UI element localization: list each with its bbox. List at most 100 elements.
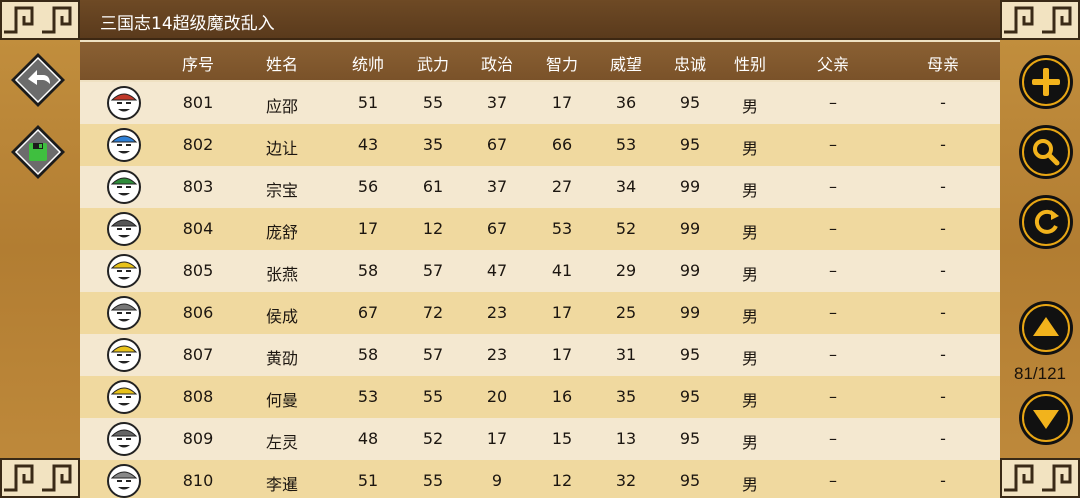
cell-mother: - bbox=[940, 177, 946, 196]
cell-name: 宗宝 bbox=[265, 181, 298, 200]
cell-mother: - bbox=[940, 387, 946, 406]
cell-politics: 23 bbox=[486, 345, 508, 364]
cell-name: 庞舒 bbox=[265, 223, 298, 242]
table-row[interactable]: 810 李暹 51 55 9 12 32 95 男 – - bbox=[80, 460, 1001, 498]
cell-loyalty: 95 bbox=[679, 471, 701, 490]
page-down-button[interactable] bbox=[1018, 390, 1074, 446]
cell-war: 57 bbox=[422, 345, 444, 364]
cell-id: 801 bbox=[182, 93, 214, 112]
cell-politics: 37 bbox=[486, 93, 508, 112]
cell-father: – bbox=[829, 177, 837, 196]
cell-id: 804 bbox=[182, 219, 214, 238]
cell-name: 黄劭 bbox=[265, 349, 298, 368]
cell-father: – bbox=[829, 303, 837, 322]
cell-id: 805 bbox=[182, 261, 214, 280]
cell-loyalty: 95 bbox=[679, 135, 701, 154]
header-father[interactable]: 父亲 bbox=[801, 51, 865, 75]
table-row[interactable]: 806 侯成 67 72 23 17 25 99 男 – - bbox=[80, 292, 1001, 334]
cell-prestige: 35 bbox=[615, 387, 637, 406]
avatar bbox=[107, 296, 141, 330]
cell-gender: 男 bbox=[741, 97, 758, 116]
cell-gender: 男 bbox=[741, 223, 758, 242]
header-id[interactable]: 序号 bbox=[168, 51, 228, 75]
cell-id: 802 bbox=[182, 135, 214, 154]
avatar bbox=[107, 128, 141, 162]
avatar bbox=[107, 212, 141, 246]
avatar bbox=[107, 86, 141, 120]
cell-mother: - bbox=[940, 261, 946, 280]
cell-politics: 23 bbox=[486, 303, 508, 322]
cell-intelligence: 41 bbox=[551, 261, 573, 280]
avatar bbox=[107, 170, 141, 204]
cell-gender: 男 bbox=[741, 349, 758, 368]
refresh-button[interactable] bbox=[1018, 194, 1074, 250]
cell-father: – bbox=[829, 135, 837, 154]
avatar bbox=[107, 422, 141, 456]
header-name[interactable]: 姓名 bbox=[250, 51, 314, 75]
cell-politics: 47 bbox=[486, 261, 508, 280]
page-up-button[interactable] bbox=[1018, 300, 1074, 356]
cell-gender: 男 bbox=[741, 139, 758, 158]
cell-father: – bbox=[829, 429, 837, 448]
right-panel: 81/121 bbox=[1000, 0, 1080, 498]
table-row[interactable]: 803 宗宝 56 61 37 27 34 99 男 – - bbox=[80, 166, 1001, 208]
cell-war: 55 bbox=[422, 471, 444, 490]
header-prestige[interactable]: 威望 bbox=[596, 51, 656, 75]
cell-gender: 男 bbox=[741, 265, 758, 284]
cell-politics: 67 bbox=[486, 135, 508, 154]
cell-name: 何曼 bbox=[265, 391, 298, 410]
add-button[interactable] bbox=[1018, 54, 1074, 110]
page-indicator: 81/121 bbox=[1014, 364, 1066, 383]
cell-intelligence: 17 bbox=[551, 93, 573, 112]
fret-ornament bbox=[1000, 458, 1080, 498]
cell-mother: - bbox=[940, 471, 946, 490]
cell-mother: - bbox=[940, 345, 946, 364]
cell-id: 808 bbox=[182, 387, 214, 406]
cell-war: 35 bbox=[422, 135, 444, 154]
cell-loyalty: 99 bbox=[679, 261, 701, 280]
header-war[interactable]: 武力 bbox=[403, 51, 463, 75]
cell-name: 应邵 bbox=[265, 97, 298, 116]
cell-prestige: 32 bbox=[615, 471, 637, 490]
cell-leadership: 58 bbox=[357, 261, 379, 280]
cell-intelligence: 15 bbox=[551, 429, 573, 448]
cell-leadership: 51 bbox=[357, 93, 379, 112]
table-row[interactable]: 804 庞舒 17 12 67 53 52 99 男 – - bbox=[80, 208, 1001, 250]
cell-mother: - bbox=[940, 135, 946, 154]
header-leadership[interactable]: 统帅 bbox=[338, 51, 398, 75]
cell-father: – bbox=[829, 261, 837, 280]
table-row[interactable]: 802 边让 43 35 67 66 53 95 男 – - bbox=[80, 124, 1001, 166]
cell-politics: 9 bbox=[491, 471, 503, 490]
header-gender[interactable]: 性别 bbox=[720, 51, 780, 75]
cell-leadership: 48 bbox=[357, 429, 379, 448]
table-row[interactable]: 807 黄劭 58 57 23 17 31 95 男 – - bbox=[80, 334, 1001, 376]
cell-mother: - bbox=[940, 303, 946, 322]
cell-gender: 男 bbox=[741, 181, 758, 200]
cell-leadership: 67 bbox=[357, 303, 379, 322]
table-row[interactable]: 805 张燕 58 57 47 41 29 99 男 – - bbox=[80, 250, 1001, 292]
fret-ornament bbox=[0, 458, 80, 498]
cell-leadership: 53 bbox=[357, 387, 379, 406]
header-loyalty[interactable]: 忠诚 bbox=[660, 51, 720, 75]
fret-ornament bbox=[0, 0, 80, 40]
search-button[interactable] bbox=[1018, 124, 1074, 180]
cell-loyalty: 99 bbox=[679, 303, 701, 322]
table-header: 序号 姓名 统帅 武力 政治 智力 威望 忠诚 性别 父亲 母亲 bbox=[80, 42, 1001, 80]
cell-politics: 37 bbox=[486, 177, 508, 196]
header-intelligence[interactable]: 智力 bbox=[532, 51, 592, 75]
cell-prestige: 52 bbox=[615, 219, 637, 238]
save-button[interactable] bbox=[10, 124, 66, 180]
cell-leadership: 51 bbox=[357, 471, 379, 490]
table-row[interactable]: 809 左灵 48 52 17 15 13 95 男 – - bbox=[80, 418, 1001, 460]
table-row[interactable]: 801 应邵 51 55 37 17 36 95 男 – - bbox=[80, 82, 1001, 124]
cell-war: 61 bbox=[422, 177, 444, 196]
avatar bbox=[107, 254, 141, 288]
table-row[interactable]: 808 何曼 53 55 20 16 35 95 男 – - bbox=[80, 376, 1001, 418]
cell-war: 72 bbox=[422, 303, 444, 322]
back-button[interactable] bbox=[10, 52, 66, 108]
header-politics[interactable]: 政治 bbox=[467, 51, 527, 75]
cell-prestige: 53 bbox=[615, 135, 637, 154]
header-mother[interactable]: 母亲 bbox=[911, 51, 975, 75]
cell-loyalty: 95 bbox=[679, 93, 701, 112]
title-bar: 三国志14超级魔改乱入 bbox=[80, 0, 1001, 40]
